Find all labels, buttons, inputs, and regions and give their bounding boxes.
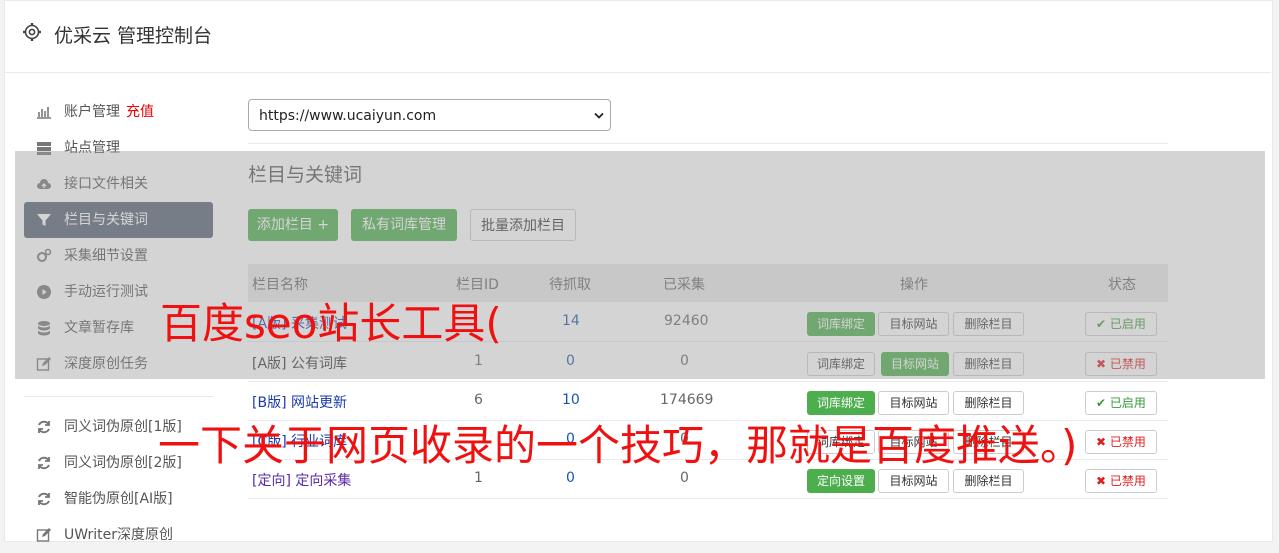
recharge-link[interactable]: 充值 [126, 104, 154, 120]
bar-chart-icon [37, 107, 51, 119]
refresh-icon [38, 420, 50, 434]
row-tag[interactable]: [B版] 网站更新 [252, 392, 347, 412]
refresh-icon [38, 456, 50, 470]
row-tag[interactable]: [定向] 定向采集 [252, 470, 351, 490]
sidebar-divider [24, 396, 213, 397]
sidebar-item-ai-rewrite[interactable]: 智能伪原创[AI版] [24, 481, 213, 517]
app-title: 优采云 管理控制台 [54, 25, 213, 47]
row-id: 6 [474, 392, 483, 408]
status-toggle[interactable]: ✔ 已启用 [1085, 391, 1157, 415]
chevron-down-icon [594, 112, 604, 119]
edit-icon [36, 528, 51, 542]
sidebar-item-uwriter[interactable]: UWriter深度原创 [24, 517, 213, 553]
content-divider [248, 143, 1168, 144]
sidebar-item-label: 账户管理 [64, 104, 120, 120]
app-header: 优采云 管理控制台 [4, 0, 1271, 73]
watermark-line-1: 百度seo站长工具( [160, 299, 502, 348]
status-toggle[interactable]: ✖ 已禁用 [1085, 469, 1157, 493]
refresh-icon [38, 492, 50, 506]
sidebar-item-label: 智能伪原创[AI版] [64, 491, 173, 507]
site-select-value: https://www.ucaiyun.com [259, 108, 437, 124]
site-select[interactable]: https://www.ucaiyun.com [248, 99, 611, 131]
row-pending[interactable]: 10 [562, 392, 580, 408]
status-toggle[interactable]: ✖ 已禁用 [1085, 430, 1157, 454]
gear-icon[interactable] [22, 22, 42, 42]
sidebar-item-account[interactable]: 账户管理 充值 [24, 94, 213, 130]
sidebar-item-label: UWriter深度原创 [64, 527, 173, 543]
row-collected: 174669 [660, 392, 714, 408]
watermark-line-2: 一下关于网页收录的一个技巧，那就是百度推送。) [158, 421, 1078, 470]
